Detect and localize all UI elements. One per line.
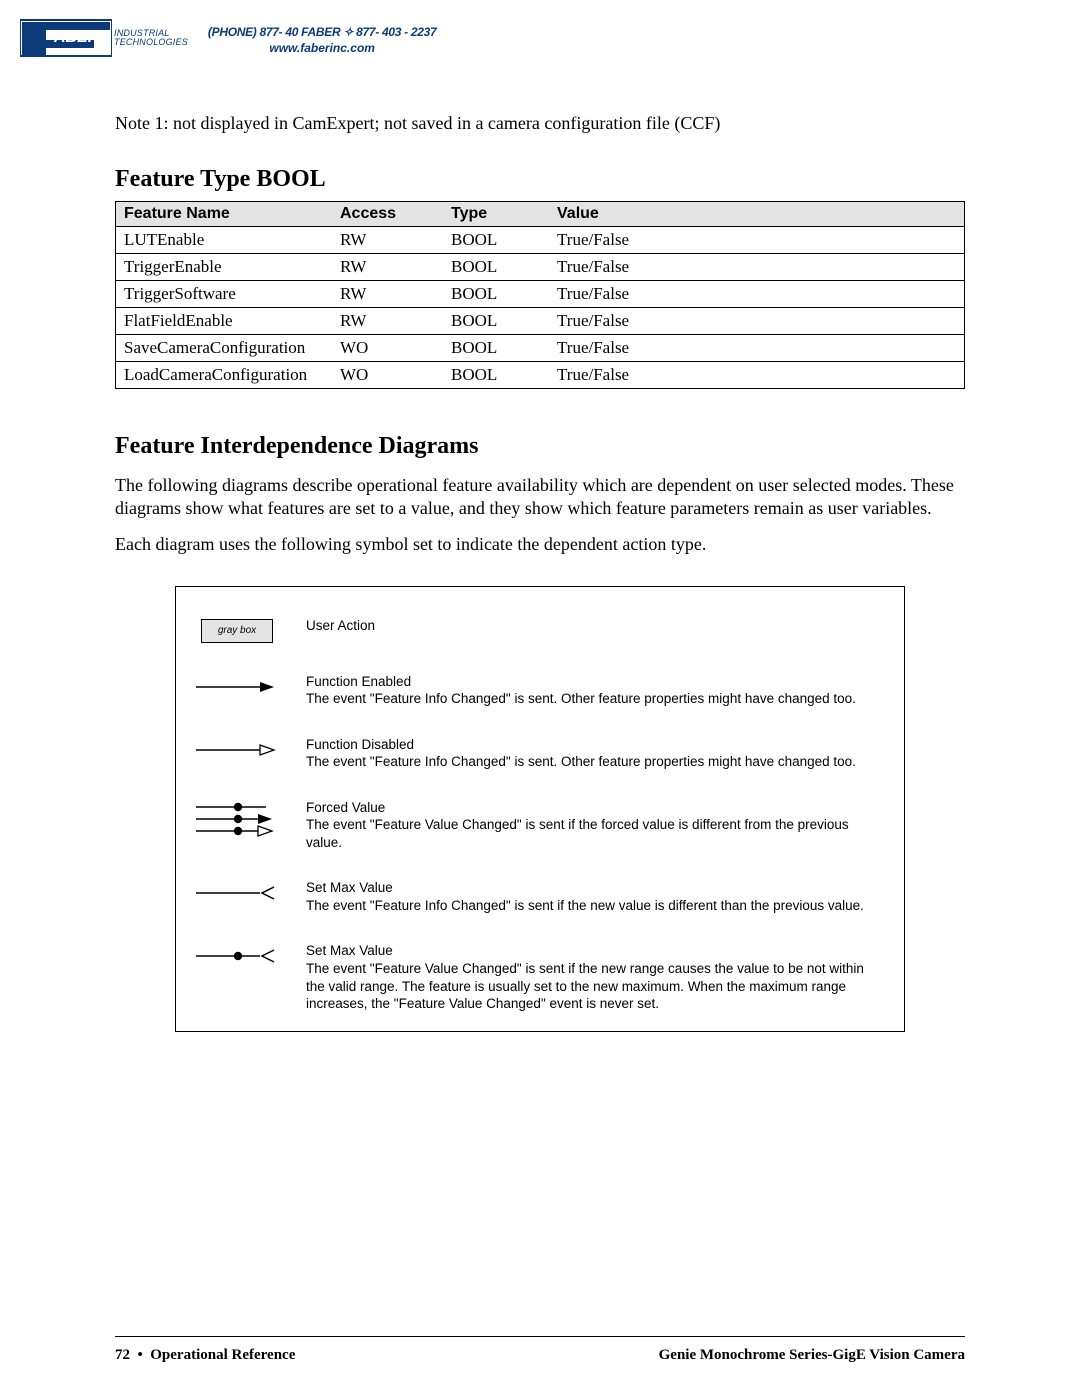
cell-access: RW <box>332 254 443 281</box>
symbol-enabled-arrow-icon <box>196 673 278 701</box>
page-number: 72 <box>115 1347 130 1363</box>
page-footer: 72 • Operational Reference Genie Monochr… <box>115 1347 965 1364</box>
legend-title: Set Max Value <box>306 879 864 897</box>
cell-value: True/False <box>549 308 965 335</box>
note-1: Note 1: not displayed in CamExpert; not … <box>115 113 965 134</box>
cell-value: True/False <box>549 362 965 389</box>
cell-name: SaveCameraConfiguration <box>116 335 333 362</box>
legend-title: User Action <box>306 617 375 635</box>
legend-row-set-max-value-1: Set Max Value The event "Feature Info Ch… <box>196 879 884 914</box>
cell-access: RW <box>332 227 443 254</box>
legend-text: Set Max Value The event "Feature Info Ch… <box>306 879 864 914</box>
table-row: LUTEnable RW BOOL True/False <box>116 227 965 254</box>
legend-desc: The event "Feature Info Changed" is sent… <box>306 898 864 913</box>
cell-name: FlatFieldEnable <box>116 308 333 335</box>
cell-access: RW <box>332 281 443 308</box>
symbol-set-max-value-icon <box>196 879 278 907</box>
th-access: Access <box>332 202 443 227</box>
th-name: Feature Name <box>116 202 333 227</box>
brand-logo: ABER INDUSTRIAL TECHNOLOGIES <box>20 18 188 58</box>
cell-type: BOOL <box>443 227 549 254</box>
legend-row-user-action: gray box User Action <box>196 617 884 645</box>
th-type: Type <box>443 202 549 227</box>
legend-row-set-max-value-2: Set Max Value The event "Feature Value C… <box>196 942 884 1012</box>
footer-right: Genie Monochrome Series-GigE Vision Came… <box>659 1347 965 1364</box>
gray-box-label: gray box <box>201 619 273 643</box>
cell-value: True/False <box>549 227 965 254</box>
cell-access: WO <box>332 335 443 362</box>
legend-text: Set Max Value The event "Feature Value C… <box>306 942 884 1012</box>
symbol-disabled-arrow-icon <box>196 736 278 764</box>
footer-left: 72 • Operational Reference <box>115 1347 295 1364</box>
cell-type: BOOL <box>443 254 549 281</box>
cell-value: True/False <box>549 254 965 281</box>
legend-desc: The event "Feature Value Changed" is sen… <box>306 817 849 850</box>
diagram-para-2: Each diagram uses the following symbol s… <box>115 533 965 556</box>
footer-rule <box>115 1336 965 1337</box>
contact-block: (PHONE) 877- 40 FABER ✧ 877- 403 - 2237 … <box>208 24 436 56</box>
svg-text:ABER: ABER <box>53 29 100 46</box>
cell-name: LUTEnable <box>116 227 333 254</box>
footer-section: Operational Reference <box>150 1347 295 1363</box>
legend-text: User Action <box>306 617 375 635</box>
phone-line: (PHONE) 877- 40 FABER ✧ 877- 403 - 2237 <box>208 24 436 40</box>
table-row: SaveCameraConfiguration WO BOOL True/Fal… <box>116 335 965 362</box>
cell-access: RW <box>332 308 443 335</box>
symbol-gray-box: gray box <box>196 617 278 645</box>
table-header-row: Feature Name Access Type Value <box>116 202 965 227</box>
legend-desc: The event "Feature Info Changed" is sent… <box>306 754 856 769</box>
cell-type: BOOL <box>443 335 549 362</box>
section-title-bool: Feature Type BOOL <box>115 166 965 193</box>
diagram-para-1: The following diagrams describe operatio… <box>115 474 965 519</box>
feature-table: Feature Name Access Type Value LUTEnable… <box>115 201 965 389</box>
website-line: www.faberinc.com <box>208 40 436 56</box>
legend-box: gray box User Action Function Enabled Th… <box>175 586 905 1032</box>
cell-name: TriggerEnable <box>116 254 333 281</box>
cell-name: TriggerSoftware <box>116 281 333 308</box>
symbol-set-max-value-dot-icon <box>196 942 278 970</box>
cell-type: BOOL <box>443 308 549 335</box>
cell-name: LoadCameraConfiguration <box>116 362 333 389</box>
legend-row-function-enabled: Function Enabled The event "Feature Info… <box>196 673 884 708</box>
page-header: ABER INDUSTRIAL TECHNOLOGIES (PHONE) 877… <box>20 18 965 58</box>
legend-row-forced-value: Forced Value The event "Feature Value Ch… <box>196 799 884 852</box>
legend-title: Function Disabled <box>306 736 856 754</box>
table-row: FlatFieldEnable RW BOOL True/False <box>116 308 965 335</box>
table-row: TriggerEnable RW BOOL True/False <box>116 254 965 281</box>
legend-title: Forced Value <box>306 799 884 817</box>
logo-subtext: INDUSTRIAL TECHNOLOGIES <box>114 29 188 48</box>
legend-desc: The event "Feature Value Changed" is sen… <box>306 961 864 1011</box>
legend-desc: The event "Feature Info Changed" is sent… <box>306 691 856 706</box>
faber-logo-icon: ABER <box>20 18 112 58</box>
bullet: • <box>138 1347 143 1363</box>
cell-value: True/False <box>549 281 965 308</box>
cell-value: True/False <box>549 335 965 362</box>
legend-row-function-disabled: Function Disabled The event "Feature Inf… <box>196 736 884 771</box>
legend-title: Set Max Value <box>306 942 884 960</box>
section-title-diagrams: Feature Interdependence Diagrams <box>115 433 965 460</box>
table-row: LoadCameraConfiguration WO BOOL True/Fal… <box>116 362 965 389</box>
cell-type: BOOL <box>443 281 549 308</box>
legend-text: Function Disabled The event "Feature Inf… <box>306 736 856 771</box>
cell-access: WO <box>332 362 443 389</box>
cell-type: BOOL <box>443 362 549 389</box>
legend-text: Function Enabled The event "Feature Info… <box>306 673 856 708</box>
legend-title: Function Enabled <box>306 673 856 691</box>
document-page: ABER INDUSTRIAL TECHNOLOGIES (PHONE) 877… <box>0 0 1080 1397</box>
logo-line2: TECHNOLOGIES <box>114 38 188 47</box>
table-row: TriggerSoftware RW BOOL True/False <box>116 281 965 308</box>
th-value: Value <box>549 202 965 227</box>
symbol-forced-value-icon <box>196 799 278 839</box>
legend-text: Forced Value The event "Feature Value Ch… <box>306 799 884 852</box>
